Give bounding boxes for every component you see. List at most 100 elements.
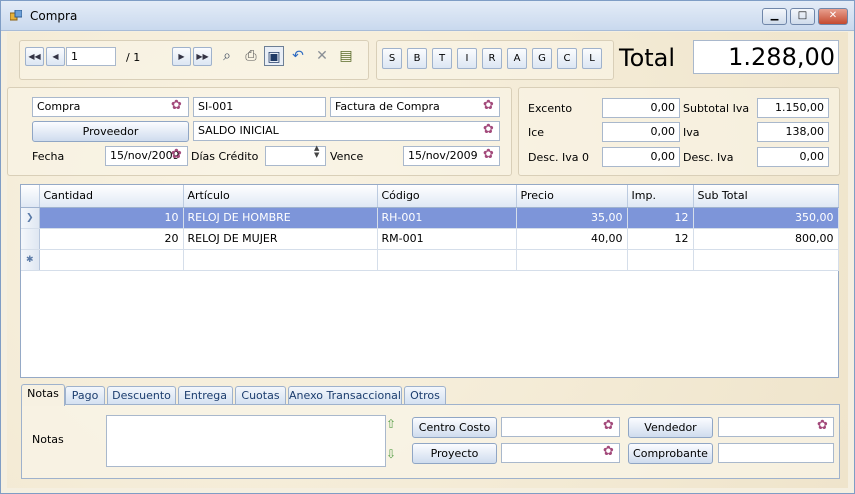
letter-button-g[interactable]: G [532, 48, 552, 69]
ice-value[interactable]: 0,00 [602, 122, 680, 142]
purchase-window: Compra ▁ □ ✕ ◀◀ ◀ 1 / 1 ▶ ▶▶ ⌕ ⎙ ▣ ↶ ✕ ▤… [0, 0, 855, 494]
scroll-down-icon[interactable]: ⇩ [386, 447, 396, 461]
proyecto-button[interactable]: Proyecto [412, 443, 497, 464]
new-cell[interactable] [627, 249, 694, 271]
desc-iva0-value[interactable]: 0,00 [602, 147, 680, 167]
tab-cuotas[interactable]: Cuotas [235, 386, 286, 405]
centro-costo-button[interactable]: Centro Costo [412, 417, 497, 438]
tab-pago[interactable]: Pago [65, 386, 105, 405]
letter-button-s[interactable]: S [382, 48, 402, 69]
prev-record-icon[interactable]: ◀ [46, 47, 65, 66]
provider-name-input[interactable]: SALDO INICIAL [193, 121, 500, 141]
butterfly-icon[interactable]: ✿ [817, 418, 828, 433]
new-cell[interactable] [183, 249, 378, 271]
tab-otros[interactable]: Otros [404, 386, 446, 405]
cell-precio[interactable]: 35,00 [516, 207, 628, 229]
butterfly-icon[interactable]: ✿ [483, 122, 494, 137]
column-header-precio[interactable]: Precio [516, 185, 628, 208]
column-header-cantidad[interactable]: Cantidad [39, 185, 184, 208]
cell-cantidad[interactable]: 10 [39, 207, 184, 229]
window-title: Compra [30, 9, 78, 23]
total-value: 1.288,00 [693, 40, 839, 74]
cell-cantidad[interactable]: 20 [39, 228, 184, 250]
butterfly-icon[interactable]: ✿ [483, 98, 494, 113]
ice-label: Ice [528, 126, 545, 139]
notas-label: Notas [32, 433, 64, 446]
cell-codigo[interactable]: RM-001 [377, 228, 517, 250]
letter-button-b[interactable]: B [407, 48, 427, 69]
doc-number-input[interactable]: SI-001 [193, 97, 326, 117]
cell-precio[interactable]: 40,00 [516, 228, 628, 250]
total-records-label: / 1 [126, 51, 141, 64]
new-cell[interactable] [516, 249, 628, 271]
doc-kind-select[interactable]: Factura de Compra [330, 97, 500, 117]
tab-descuento[interactable]: Descuento [107, 386, 176, 405]
desc-iva-label: Desc. Iva [683, 151, 734, 164]
subtotal-iva-value[interactable]: 1.150,00 [757, 98, 829, 118]
iva-label: Iva [683, 126, 700, 139]
undo-icon[interactable]: ↶ [288, 46, 308, 66]
binoculars-icon[interactable]: ⌕ [217, 46, 237, 66]
doc-type-select[interactable]: Compra [32, 97, 189, 117]
close-button[interactable]: ✕ [818, 8, 848, 25]
butterfly-icon[interactable]: ✿ [603, 418, 614, 433]
spinner-arrows-icon[interactable]: ▲ ▼ [314, 145, 319, 159]
column-header-articulo[interactable]: Artículo [183, 185, 378, 208]
new-cell[interactable] [693, 249, 839, 271]
column-header-codigo[interactable]: Código [377, 185, 517, 208]
column-header-imp[interactable]: Imp. [627, 185, 694, 208]
letter-button-l[interactable]: L [582, 48, 602, 69]
vendedor-button[interactable]: Vendedor [628, 417, 713, 438]
table-row[interactable]: 20 RELOJ DE MUJER RM-001 40,00 12 800,00 [21, 228, 839, 250]
cell-codigo[interactable]: RH-001 [377, 207, 517, 229]
tab-anexo-transaccional[interactable]: Anexo Transaccional [288, 386, 402, 405]
tab-page-notas: Notas ⇧ ⇩ Centro Costo ✿ Proyecto ✿ Vend… [21, 404, 840, 479]
first-record-icon[interactable]: ◀◀ [25, 47, 44, 66]
calendar-butterfly-icon[interactable]: ✿ [483, 147, 494, 162]
letter-button-r[interactable]: R [482, 48, 502, 69]
items-grid[interactable]: Cantidad Artículo Código Precio Imp. Sub… [20, 184, 839, 378]
letter-button-t[interactable]: T [432, 48, 452, 69]
cell-imp[interactable]: 12 [627, 228, 694, 250]
export-icon[interactable]: ▤ [336, 46, 356, 66]
letter-button-i[interactable]: I [457, 48, 477, 69]
comprobante-input[interactable] [718, 443, 834, 463]
butterfly-icon[interactable]: ✿ [171, 98, 182, 113]
tab-notas[interactable]: Notas [21, 384, 65, 406]
provider-button[interactable]: Proveedor [32, 121, 189, 142]
delete-icon[interactable]: ✕ [312, 46, 332, 66]
save-icon[interactable]: ▣ [264, 46, 284, 66]
table-row[interactable]: ❯ 10 RELOJ DE HOMBRE RH-001 35,00 12 350… [21, 207, 839, 229]
desc-iva-value[interactable]: 0,00 [757, 147, 829, 167]
record-number-input[interactable]: 1 [66, 47, 116, 66]
new-cell[interactable] [377, 249, 517, 271]
new-row-asterisk-icon[interactable]: ✱ [21, 249, 40, 271]
notas-textarea[interactable] [106, 415, 386, 467]
new-cell[interactable] [39, 249, 184, 271]
cell-articulo[interactable]: RELOJ DE HOMBRE [183, 207, 378, 229]
tab-entrega[interactable]: Entrega [178, 386, 233, 405]
cell-imp[interactable]: 12 [627, 207, 694, 229]
current-row-arrow-icon[interactable]: ❯ [21, 207, 40, 229]
scroll-up-icon[interactable]: ⇧ [386, 417, 396, 431]
iva-value[interactable]: 138,00 [757, 122, 829, 142]
calendar-butterfly-icon[interactable]: ✿ [171, 147, 182, 162]
letter-button-c[interactable]: C [557, 48, 577, 69]
column-header-subtotal[interactable]: Sub Total [693, 185, 839, 208]
letter-button-a[interactable]: A [507, 48, 527, 69]
cell-subtotal[interactable]: 350,00 [693, 207, 839, 229]
row-header[interactable] [21, 228, 40, 250]
excento-value[interactable]: 0,00 [602, 98, 680, 118]
row-header-corner [21, 185, 40, 208]
new-row[interactable]: ✱ [21, 249, 839, 271]
cell-subtotal[interactable]: 800,00 [693, 228, 839, 250]
butterfly-icon[interactable]: ✿ [603, 444, 614, 459]
print-icon[interactable]: ⎙ [241, 46, 261, 66]
comprobante-button[interactable]: Comprobante [628, 443, 713, 464]
maximize-button[interactable]: □ [790, 8, 815, 25]
cell-articulo[interactable]: RELOJ DE MUJER [183, 228, 378, 250]
minimize-button[interactable]: ▁ [762, 8, 787, 25]
last-record-icon[interactable]: ▶▶ [193, 47, 212, 66]
total-label: Total [619, 44, 676, 72]
next-record-icon[interactable]: ▶ [172, 47, 191, 66]
